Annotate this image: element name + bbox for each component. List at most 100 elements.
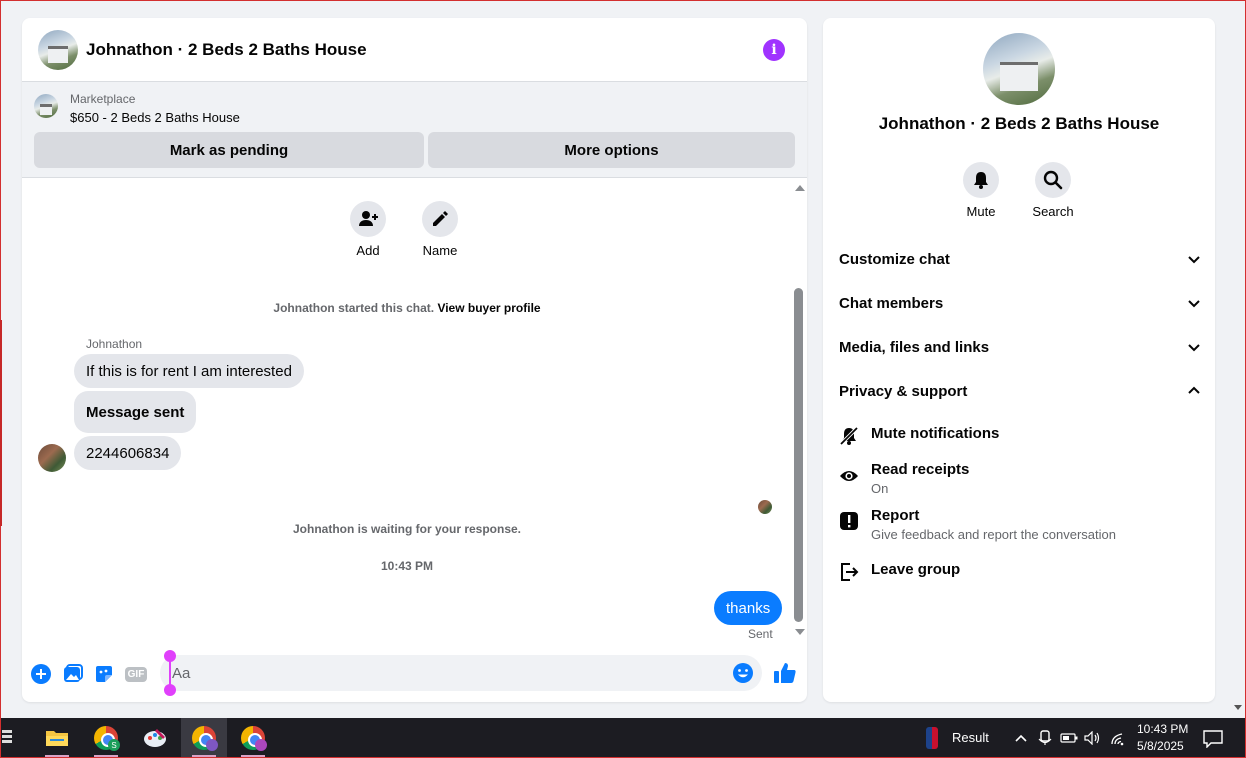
- battery-icon[interactable]: [1060, 732, 1078, 744]
- message-bubble[interactable]: 2244606834: [74, 436, 182, 470]
- add-people-button[interactable]: Add: [350, 201, 386, 258]
- customize-chat-section[interactable]: Customize chat: [839, 245, 1201, 273]
- chevron-up-icon[interactable]: [1014, 732, 1028, 744]
- chevron-up-icon: [1188, 386, 1200, 394]
- message-bubble[interactable]: If this is for rent I am interested: [74, 354, 304, 388]
- media-files-links-section[interactable]: Media, files and links: [839, 333, 1201, 361]
- scroll-thumb[interactable]: [794, 288, 803, 622]
- read-receipts-label: Read receipts: [871, 461, 970, 478]
- chrome-active-app[interactable]: [181, 718, 227, 758]
- chat-avatar[interactable]: [38, 29, 78, 70]
- gif-button[interactable]: GIF: [124, 663, 148, 685]
- outgoing-message-bubble[interactable]: thanks: [714, 591, 783, 625]
- section-label: Customize chat: [839, 250, 950, 268]
- notification-center-icon[interactable]: [1203, 730, 1223, 748]
- section-label: Chat members: [839, 294, 944, 312]
- marketplace-bar: Marketplace $650 - 2 Beds 2 Baths House …: [22, 82, 807, 178]
- page-scroll-down-arrow[interactable]: [1234, 705, 1242, 710]
- leave-icon: [841, 563, 859, 581]
- volume-icon[interactable]: [1084, 731, 1102, 745]
- mute-button[interactable]: Mute: [963, 162, 999, 219]
- message-composer: GIF: [22, 650, 807, 702]
- chat-members-section[interactable]: Chat members: [839, 289, 1201, 317]
- mute-notifications-item[interactable]: Mute notifications: [839, 425, 999, 446]
- gif-icon: GIF: [124, 666, 148, 682]
- chat-header: Johnathon · 2 Beds 2 Baths House i: [22, 18, 807, 82]
- emoji-icon[interactable]: [732, 662, 754, 684]
- add-label: Add: [356, 243, 380, 258]
- sticker-icon: [96, 666, 112, 682]
- quick-actions: Add Name: [350, 201, 458, 258]
- read-receipt-avatar: [758, 500, 772, 514]
- leave-group-label: Leave group: [871, 561, 961, 578]
- section-label: Media, files and links: [839, 338, 990, 356]
- attach-photo-button[interactable]: [62, 663, 84, 685]
- chat-started-text: Johnathon started this chat.: [273, 301, 435, 315]
- chevron-down-icon: [1188, 344, 1200, 352]
- like-button[interactable]: [772, 660, 798, 686]
- photo-icon: [64, 664, 83, 682]
- marketplace-label: Marketplace: [70, 92, 136, 106]
- section-label: Privacy & support: [839, 382, 968, 400]
- sticker-button[interactable]: [93, 663, 115, 685]
- file-explorer-app[interactable]: [34, 718, 80, 758]
- palette-icon: [144, 729, 166, 747]
- chrome-profile-app[interactable]: [230, 718, 276, 758]
- message-input-wrap: [160, 655, 762, 691]
- bell-off-icon: [839, 426, 859, 446]
- message-timestamp: 10:43 PM: [380, 559, 434, 573]
- taskbar: S Result 10:43 PM 5/8/2025: [0, 718, 1246, 758]
- task-view-icon[interactable]: [2, 730, 14, 746]
- scroll-down-arrow[interactable]: [795, 629, 805, 635]
- leave-group-item[interactable]: Leave group: [839, 561, 960, 582]
- message-list[interactable]: Add Name Johnathon started this chat. Vi…: [22, 179, 792, 649]
- clock-date[interactable]: 5/8/2025: [1137, 739, 1184, 753]
- chat-info-avatar[interactable]: [983, 33, 1055, 105]
- read-receipts-status: On: [871, 481, 889, 496]
- chat-started-notice: Johnathon started this chat. View buyer …: [22, 301, 792, 315]
- bell-icon: [974, 172, 988, 189]
- name-label: Name: [422, 243, 458, 258]
- message-scrollbar[interactable]: [792, 179, 807, 649]
- waiting-notice: Johnathon is waiting for your response.: [292, 522, 522, 536]
- info-icon[interactable]: i: [763, 38, 785, 61]
- chevron-down-icon: [1188, 300, 1200, 308]
- folder-icon: [46, 731, 68, 746]
- sender-name: Johnathon: [86, 337, 143, 351]
- thumbs-up-icon: [774, 663, 796, 683]
- clock-time[interactable]: 10:43 PM: [1137, 722, 1188, 736]
- news-widget-label[interactable]: Result: [952, 730, 989, 745]
- chat-info-title: Johnathon · 2 Beds 2 Baths House: [878, 114, 1160, 133]
- meet-now-icon[interactable]: [1038, 730, 1052, 746]
- paint-app[interactable]: [132, 718, 178, 758]
- read-receipts-item[interactable]: Read receipts On: [839, 461, 969, 496]
- pencil-icon: [433, 211, 448, 226]
- text-selection-handle[interactable]: [162, 650, 178, 696]
- sent-status: Sent: [748, 627, 773, 641]
- mark-pending-button[interactable]: Mark as pending: [34, 132, 424, 168]
- sender-avatar[interactable]: [38, 444, 66, 472]
- more-options-button[interactable]: More options: [428, 132, 795, 168]
- chat-title[interactable]: Johnathon · 2 Beds 2 Baths House: [86, 40, 763, 60]
- message-input[interactable]: [172, 664, 712, 682]
- chrome-profile-s-app[interactable]: S: [83, 718, 129, 758]
- view-buyer-profile-link[interactable]: View buyer profile: [437, 301, 540, 315]
- chat-info-panel: Johnathon · 2 Beds 2 Baths House Mute Se…: [823, 18, 1215, 702]
- search-label: Search: [1032, 204, 1074, 219]
- privacy-support-section[interactable]: Privacy & support: [839, 377, 1201, 405]
- wifi-icon[interactable]: [1110, 732, 1126, 746]
- scroll-up-arrow[interactable]: [795, 185, 805, 191]
- search-button[interactable]: Search: [1032, 162, 1074, 219]
- more-actions-button[interactable]: [30, 663, 52, 685]
- mute-label: Mute: [966, 204, 996, 219]
- message-bubble[interactable]: Message sent: [74, 391, 197, 433]
- report-description: Give feedback and report the conversatio…: [871, 527, 1116, 542]
- marketplace-listing[interactable]: Marketplace $650 - 2 Beds 2 Baths House: [34, 91, 240, 127]
- nba-icon[interactable]: [926, 727, 938, 749]
- chat-panel: Johnathon · 2 Beds 2 Baths House i Marke…: [22, 18, 807, 702]
- name-chat-button[interactable]: Name: [422, 201, 458, 258]
- report-item[interactable]: Report Give feedback and report the conv…: [839, 507, 1116, 542]
- mute-notifications-label: Mute notifications: [871, 425, 1000, 442]
- window-edge-highlight: [0, 320, 2, 526]
- report-label: Report: [871, 507, 920, 524]
